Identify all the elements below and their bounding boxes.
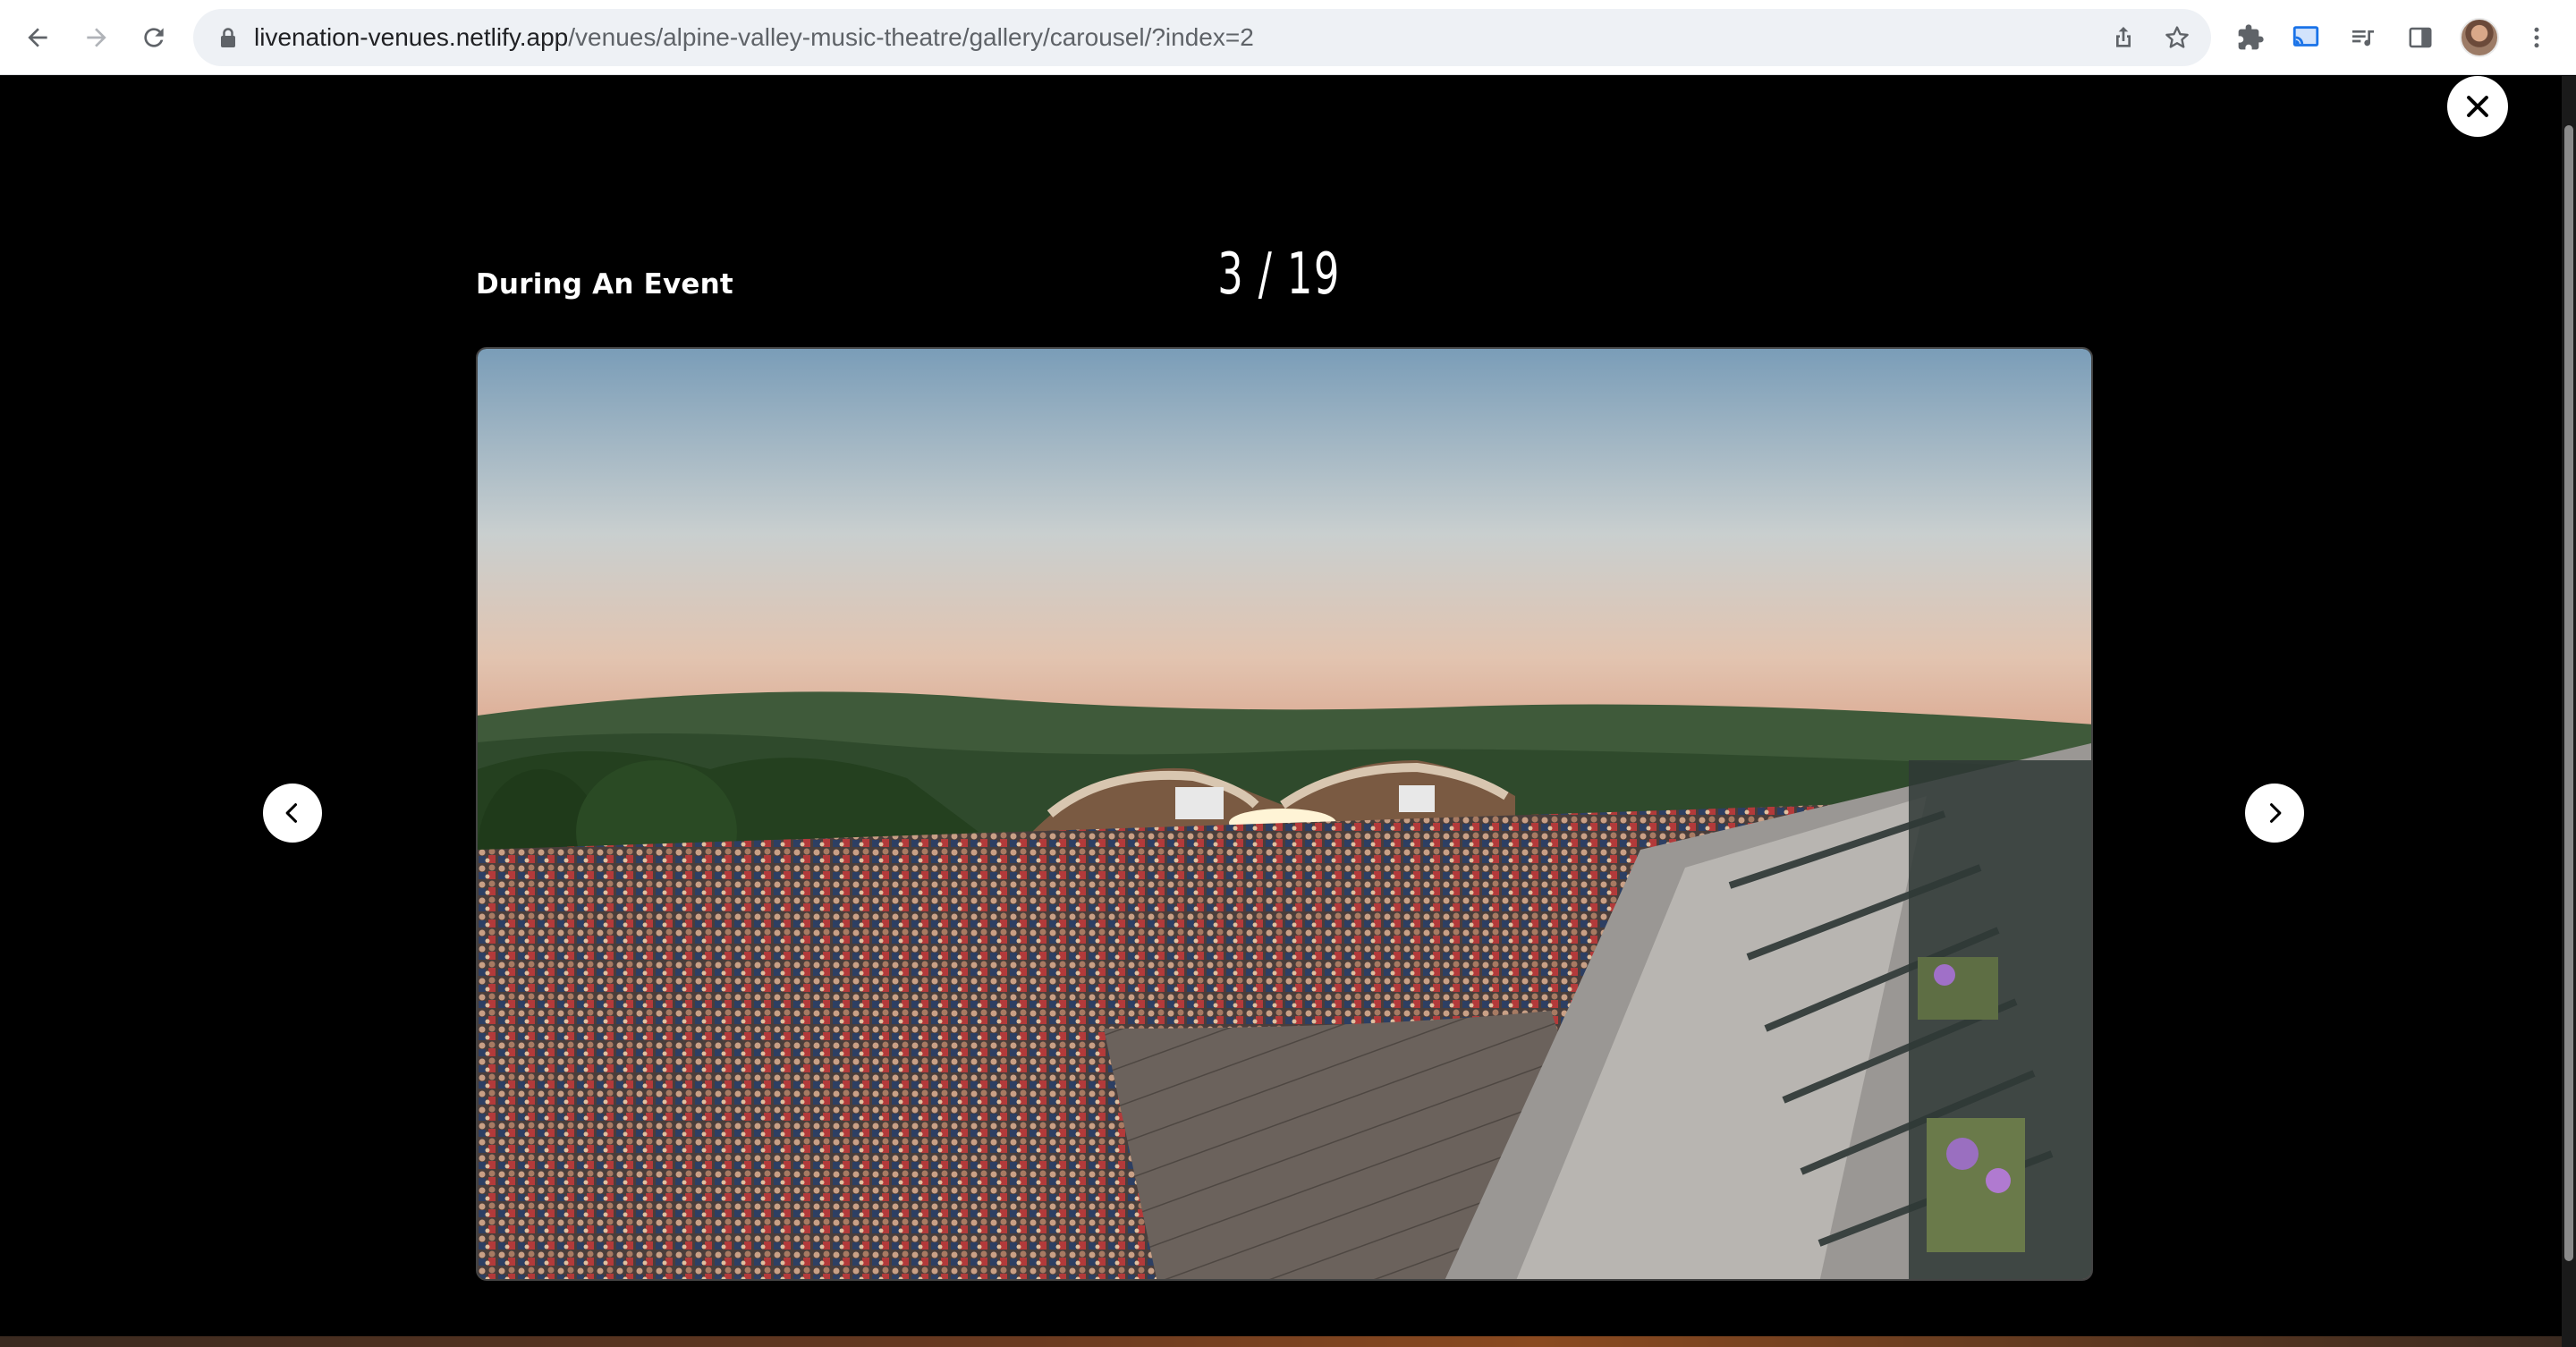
reload-button[interactable] [131, 14, 177, 61]
chevron-left-icon [285, 803, 298, 823]
close-icon [2467, 96, 2488, 117]
slide-counter: 3 / 19 [1217, 241, 1341, 308]
carousel-photo [476, 347, 2093, 1281]
side-panel-button[interactable] [2397, 14, 2444, 61]
side-panel-icon [2409, 27, 2432, 48]
media-button[interactable] [2340, 14, 2386, 61]
gallery-category-title: During An Event [476, 268, 733, 301]
cast-button[interactable] [2283, 14, 2329, 61]
browser-toolbar: livenation-venues.netlify.app/venues/alp… [0, 0, 2576, 75]
url-host: livenation-venues.netlify.app [254, 23, 569, 51]
url-text: livenation-venues.netlify.app/venues/alp… [254, 9, 1254, 66]
forward-button[interactable] [73, 14, 120, 61]
address-bar[interactable]: livenation-venues.netlify.app/venues/alp… [193, 9, 2211, 66]
page-bottom-edge [0, 1336, 2562, 1347]
close-button[interactable] [2447, 76, 2508, 137]
star-icon[interactable] [2163, 23, 2191, 52]
arrow-right-icon [87, 28, 106, 47]
url-path: /venues/alpine-valley-music-theatre/gall… [568, 23, 1254, 51]
previous-slide-button[interactable] [263, 784, 322, 843]
scrollbar-thumb[interactable] [2564, 125, 2573, 1261]
media-queue-icon [2352, 30, 2374, 47]
kebab-menu-icon [2534, 27, 2539, 48]
arrow-left-icon [28, 28, 47, 47]
back-button[interactable] [14, 14, 61, 61]
chevron-right-icon [2269, 803, 2282, 823]
next-slide-button[interactable] [2245, 784, 2304, 843]
reload-icon [144, 28, 164, 47]
cast-icon [2292, 26, 2319, 47]
browser-menu-button[interactable] [2513, 14, 2560, 61]
lock-icon [221, 28, 235, 47]
venue-crowd-image [478, 349, 2091, 1279]
extensions-button[interactable] [2227, 14, 2274, 61]
profile-avatar[interactable] [2460, 18, 2499, 57]
puzzle-icon [2238, 24, 2264, 50]
share-icon[interactable] [2109, 23, 2138, 52]
